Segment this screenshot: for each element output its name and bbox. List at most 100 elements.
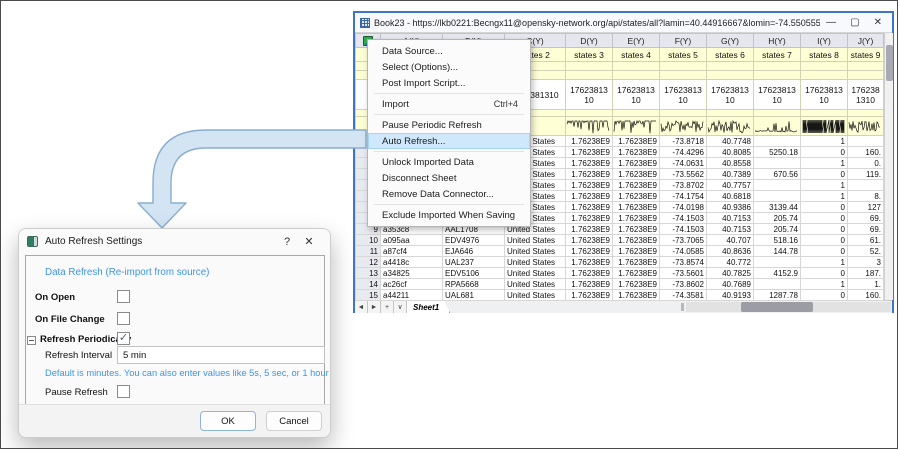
- cell-altitude[interactable]: [754, 191, 801, 202]
- comments-cell[interactable]: 1762381310: [848, 80, 884, 110]
- cell-latitude[interactable]: 40.7825: [707, 268, 754, 279]
- on-file-change-checkbox[interactable]: [117, 312, 130, 325]
- cell-latitude[interactable]: 40.8085: [707, 147, 754, 158]
- cell-contact[interactable]: 1.76238E9: [613, 246, 660, 257]
- cell-callsign[interactable]: UAL237: [443, 257, 505, 268]
- cell-time[interactable]: 1.76238E9: [566, 246, 613, 257]
- cell-latitude[interactable]: 40.7689: [707, 279, 754, 290]
- refresh-interval-input[interactable]: [117, 346, 325, 364]
- column-header[interactable]: I(Y): [801, 34, 848, 48]
- cell-altitude[interactable]: 518.16: [754, 235, 801, 246]
- menu-item-unlock-imported-data[interactable]: Unlock Imported Data: [368, 154, 530, 170]
- units-cell[interactable]: [613, 62, 660, 71]
- column-header[interactable]: D(Y): [566, 34, 613, 48]
- cell-icao24[interactable]: ac26cf: [381, 279, 443, 290]
- cell-velocity[interactable]: 1.: [848, 279, 884, 290]
- spacer-cell[interactable]: [660, 110, 707, 117]
- cell-time[interactable]: 1.76238E9: [566, 257, 613, 268]
- cell-altitude[interactable]: 4152.9: [754, 268, 801, 279]
- cell-velocity[interactable]: 69.: [848, 213, 884, 224]
- cell-altitude[interactable]: 205.74: [754, 224, 801, 235]
- cell-longitude[interactable]: -73.8602: [660, 279, 707, 290]
- menu-item-disconnect-sheet[interactable]: Disconnect Sheet: [368, 170, 530, 186]
- cell-longitude[interactable]: -74.0585: [660, 246, 707, 257]
- cell-icao24[interactable]: a34825: [381, 268, 443, 279]
- fx-cell[interactable]: [660, 71, 707, 80]
- cell-longitude[interactable]: -73.5562: [660, 169, 707, 180]
- menu-item-auto-refresh[interactable]: Auto Refresh...: [368, 133, 530, 149]
- cell-on-ground[interactable]: 1: [801, 180, 848, 191]
- long-name-cell[interactable]: states 3: [566, 48, 613, 62]
- cell-altitude[interactable]: [754, 158, 801, 169]
- sparkline-cell[interactable]: [801, 117, 848, 136]
- long-name-cell[interactable]: states 9: [848, 48, 884, 62]
- cell-icao24[interactable]: a095aa: [381, 235, 443, 246]
- sparkline-cell[interactable]: [754, 117, 801, 136]
- menu-item-post-import-script[interactable]: Post Import Script...: [368, 75, 530, 91]
- cell-latitude[interactable]: 40.7389: [707, 169, 754, 180]
- cell-on-ground[interactable]: 1: [801, 279, 848, 290]
- cell-time[interactable]: 1.76238E9: [566, 268, 613, 279]
- column-header[interactable]: H(Y): [754, 34, 801, 48]
- cell-time[interactable]: 1.76238E9: [566, 158, 613, 169]
- units-cell[interactable]: [566, 62, 613, 71]
- cell-longitude[interactable]: -74.1754: [660, 191, 707, 202]
- cell-velocity[interactable]: [848, 136, 884, 147]
- cell-time[interactable]: 1.76238E9: [566, 224, 613, 235]
- cell-contact[interactable]: 1.76238E9: [613, 235, 660, 246]
- on-open-checkbox[interactable]: [117, 290, 130, 303]
- fx-cell[interactable]: [801, 71, 848, 80]
- cell-velocity[interactable]: 187.: [848, 268, 884, 279]
- cell-contact[interactable]: 1.76238E9: [613, 257, 660, 268]
- row-number[interactable]: 10: [356, 235, 381, 246]
- cell-longitude[interactable]: -73.5601: [660, 268, 707, 279]
- long-name-cell[interactable]: states 4: [613, 48, 660, 62]
- cell-on-ground[interactable]: 0: [801, 202, 848, 213]
- cell-latitude[interactable]: 40.7153: [707, 224, 754, 235]
- cell-longitude[interactable]: -74.3581: [660, 290, 707, 301]
- cell-callsign[interactable]: UAL681: [443, 290, 505, 301]
- cell-velocity[interactable]: [848, 180, 884, 191]
- cell-latitude[interactable]: 40.9193: [707, 290, 754, 301]
- cell-contact[interactable]: 1.76238E9: [613, 213, 660, 224]
- cell-longitude[interactable]: -74.0198: [660, 202, 707, 213]
- column-header[interactable]: J(Y): [848, 34, 884, 48]
- cell-velocity[interactable]: 160.: [848, 147, 884, 158]
- cell-time[interactable]: 1.76238E9: [566, 180, 613, 191]
- cell-callsign[interactable]: EDV4976: [443, 235, 505, 246]
- cell-altitude[interactable]: 205.74: [754, 213, 801, 224]
- cell-on-ground[interactable]: 0: [801, 235, 848, 246]
- sheet-list-icon[interactable]: ∨: [394, 301, 407, 313]
- dialog-titlebar[interactable]: Auto Refresh Settings ? ✕: [19, 229, 330, 254]
- cell-contact[interactable]: 1.76238E9: [613, 290, 660, 301]
- units-cell[interactable]: [801, 62, 848, 71]
- cell-time[interactable]: 1.76238E9: [566, 202, 613, 213]
- row-number[interactable]: 13: [356, 268, 381, 279]
- cell-velocity[interactable]: 127: [848, 202, 884, 213]
- close-icon[interactable]: ✕: [874, 15, 882, 31]
- comments-cell[interactable]: 1762381310: [707, 80, 754, 110]
- cell-altitude[interactable]: [754, 279, 801, 290]
- fx-cell[interactable]: [754, 71, 801, 80]
- cell-longitude[interactable]: -73.8702: [660, 180, 707, 191]
- cell-altitude[interactable]: 3139.44: [754, 202, 801, 213]
- units-cell[interactable]: [660, 62, 707, 71]
- cell-contact[interactable]: 1.76238E9: [613, 180, 660, 191]
- cell-on-ground[interactable]: 0: [801, 290, 848, 301]
- pane-splitter[interactable]: [681, 303, 684, 311]
- cell-latitude[interactable]: 40.7748: [707, 136, 754, 147]
- cell-latitude[interactable]: 40.8558: [707, 158, 754, 169]
- cell-altitude[interactable]: 144.78: [754, 246, 801, 257]
- cell-time[interactable]: 1.76238E9: [566, 147, 613, 158]
- comments-cell[interactable]: 1762381310: [660, 80, 707, 110]
- row-number[interactable]: 15: [356, 290, 381, 301]
- cell-altitude[interactable]: 1287.78: [754, 290, 801, 301]
- sparkline-cell[interactable]: [566, 117, 613, 136]
- cell-time[interactable]: 1.76238E9: [566, 279, 613, 290]
- horizontal-scrollbar-thumb[interactable]: [741, 302, 813, 312]
- spacer-cell[interactable]: [848, 110, 884, 117]
- cell-contact[interactable]: 1.76238E9: [613, 147, 660, 158]
- collapse-expander-icon[interactable]: [27, 336, 36, 345]
- cell-contact[interactable]: 1.76238E9: [613, 169, 660, 180]
- units-cell[interactable]: [848, 62, 884, 71]
